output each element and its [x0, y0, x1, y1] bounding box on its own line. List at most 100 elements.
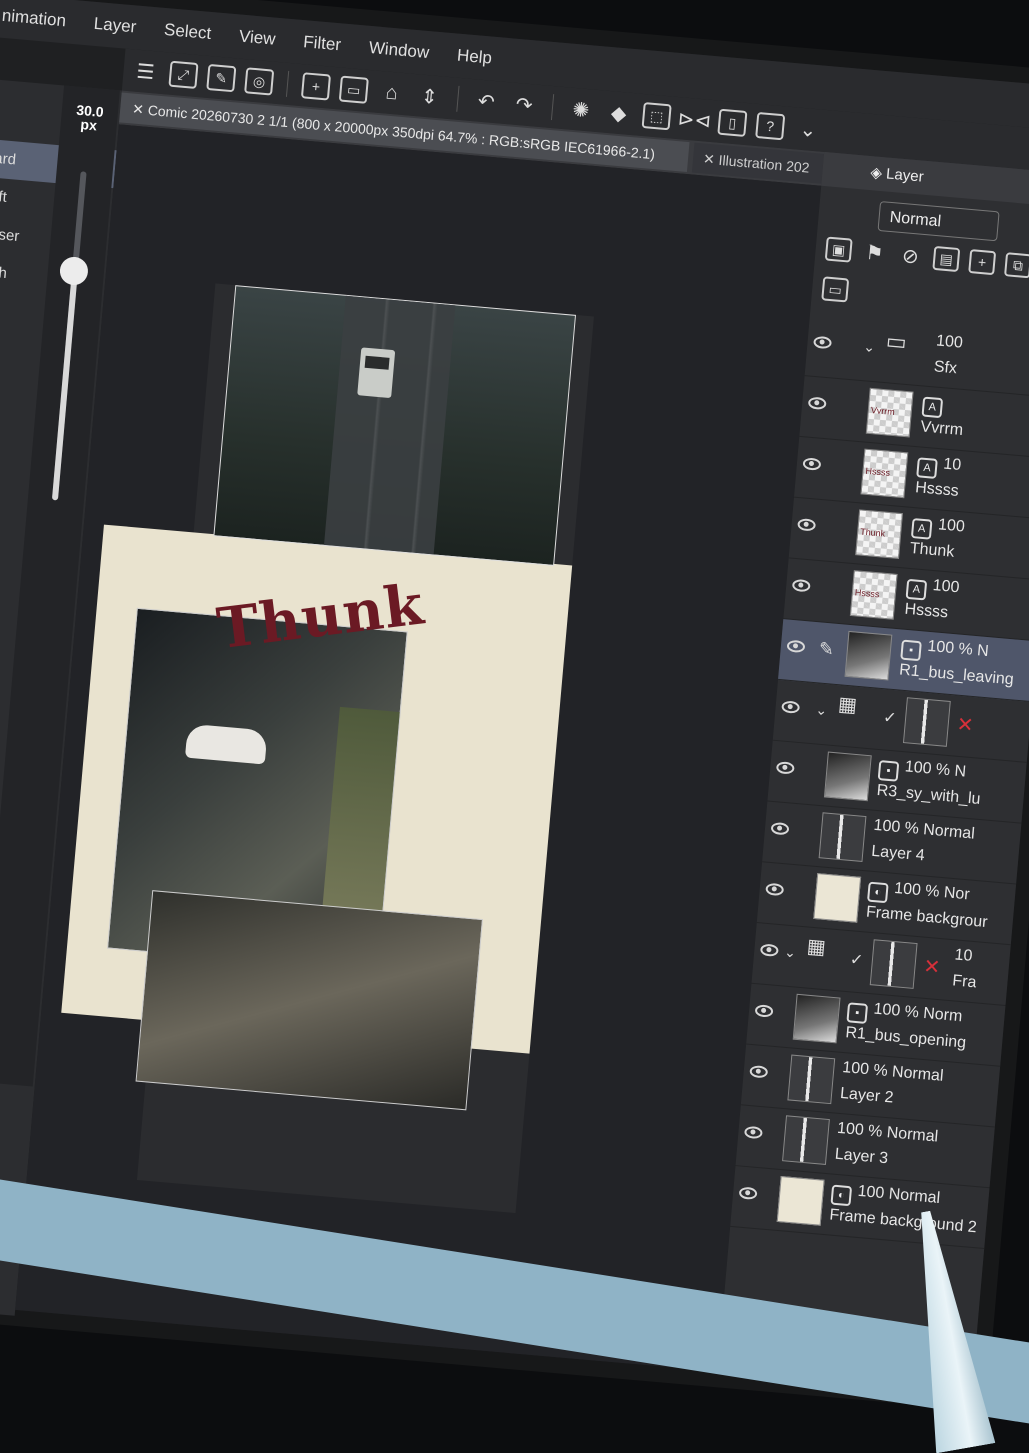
eye-icon[interactable]	[775, 761, 795, 775]
eye-icon[interactable]	[765, 882, 785, 897]
comic-page[interactable]: Thunk	[61, 283, 594, 1214]
eye-icon[interactable]	[749, 1064, 769, 1079]
layer-name: Layer 2	[839, 1084, 895, 1107]
chevron-down-icon[interactable]: ⌄	[815, 701, 828, 719]
separator	[456, 85, 460, 112]
mask-delete-icon: ✕	[955, 713, 975, 738]
menu-view[interactable]: View	[224, 25, 290, 51]
lock-transparency-icon[interactable]: ⊘	[896, 243, 924, 269]
eye-icon[interactable]	[754, 1004, 774, 1018]
ruler-layer-icon[interactable]: ▤	[932, 245, 961, 273]
panel-bus-leaving-image[interactable]	[213, 285, 577, 566]
layer-name: R3_sy_with_lu	[875, 781, 982, 808]
layer-name: R1_bus_opening	[844, 1024, 967, 1052]
layer-opacity: 100 % Norm	[872, 1000, 963, 1026]
close-icon[interactable]: ✕	[702, 150, 719, 167]
fill-icon[interactable]: ◆	[604, 99, 634, 127]
layer-thumbnail	[823, 751, 872, 802]
chevron-down-icon[interactable]: ⌄	[793, 115, 823, 143]
sneaker-image-area	[184, 723, 268, 765]
separator	[285, 70, 290, 97]
text-layer-icon: A	[910, 518, 933, 540]
layer-thumbnail	[792, 993, 841, 1044]
new-vector-layer-icon[interactable]: ⧉	[1004, 252, 1029, 279]
menu-window[interactable]: Window	[354, 37, 444, 65]
canvas-area[interactable]: Thunk	[15, 124, 822, 1372]
layer-thumbnail	[782, 1115, 830, 1165]
menu-animation[interactable]: nimation	[0, 5, 81, 33]
layer-thumbnail: Hssss	[849, 570, 898, 620]
checkmark-icon: ✓	[849, 951, 864, 970]
eye-icon[interactable]	[743, 1125, 763, 1140]
layers-icon: ◈	[869, 164, 887, 183]
brush-size-slider[interactable]	[51, 171, 87, 501]
chevron-down-icon[interactable]: ⌄	[784, 944, 797, 962]
menu-filter[interactable]: Filter	[289, 31, 356, 57]
layer-name: R1_bus_leaving	[898, 661, 1015, 689]
layer-opacity: 100 % Normal	[841, 1059, 945, 1085]
layer-opacity: 100 % N	[926, 637, 990, 661]
layer-name: Fra	[951, 972, 978, 992]
chevron-down-icon[interactable]: ⌄	[863, 338, 876, 356]
transform-icon[interactable]: ⤢	[168, 60, 199, 89]
checkmark-icon: ✓	[882, 709, 898, 728]
layer-name: Layer 3	[834, 1145, 889, 1168]
open-folder-icon[interactable]: ▭	[338, 75, 369, 104]
layer-opacity: 100 % Normal	[872, 816, 976, 843]
layer-opacity: 100 % Normal	[836, 1119, 939, 1146]
text-layer-icon: A	[921, 396, 944, 419]
eyedropper-icon[interactable]: ✎	[206, 63, 237, 93]
tab-illustration-label: Illustration 202	[718, 151, 811, 176]
clip-layer-icon[interactable]: ▣	[824, 236, 853, 263]
brush-size-fill	[51, 280, 78, 501]
crop-select-icon[interactable]: ⬚	[641, 102, 672, 131]
eye-icon[interactable]	[807, 396, 827, 411]
menu-select[interactable]: Select	[149, 19, 226, 45]
save-cloud-icon[interactable]: ⌂	[377, 79, 407, 107]
panel-bus-opening-image[interactable]	[135, 890, 484, 1111]
new-folder-icon[interactable]: ▭	[821, 276, 850, 303]
layer-name: Hssss	[914, 479, 960, 500]
thumb-text: Vvrrm	[870, 405, 896, 418]
brush-size-knob[interactable]	[58, 255, 90, 287]
device-icon[interactable]: ▯	[717, 108, 748, 137]
redo-icon[interactable]: ↷	[509, 90, 539, 118]
folder-icon: ▭	[884, 328, 908, 355]
undo-icon[interactable]: ↶	[471, 87, 501, 115]
new-file-icon[interactable]: +	[300, 72, 332, 101]
companion-icon[interactable]: ◎	[244, 67, 275, 96]
loading-spinner-icon[interactable]: ✺	[566, 95, 596, 123]
frame-folder-icon: ▦	[805, 935, 827, 960]
close-icon[interactable]: ✕	[132, 101, 149, 118]
reference-layer-icon[interactable]: ⚑	[861, 240, 889, 266]
help-bubble-icon[interactable]: ?	[755, 111, 786, 141]
hamburger-menu-icon[interactable]: ☰	[131, 57, 161, 85]
eye-icon[interactable]	[791, 578, 811, 593]
eye-icon[interactable]	[759, 943, 779, 957]
brush-size-readout: 30.0 px	[68, 102, 110, 134]
layer-thumbnail	[776, 1176, 825, 1226]
brush-size-unit: px	[79, 116, 98, 134]
layer-toolbar: ▣ ⚑ ⊘ ▤ + ⧉ ▭	[821, 236, 1029, 327]
eye-icon[interactable]	[738, 1186, 758, 1201]
updown-chevron-icon[interactable]: ⇕	[414, 82, 444, 110]
thumb-text: Hssss	[865, 465, 891, 478]
layer-thumbnail	[844, 630, 893, 681]
flip-horizontal-icon[interactable]: ⊳⊲	[677, 105, 712, 133]
eye-icon[interactable]	[786, 639, 806, 654]
layer-thumbnail: Hssss	[860, 448, 909, 499]
fill-layer-icon: ◐	[830, 1184, 853, 1207]
layer-opacity: 100	[932, 577, 961, 597]
eye-icon[interactable]	[781, 700, 801, 714]
blend-mode-select[interactable]: Normal	[877, 200, 1000, 242]
layer-thumbnail	[902, 697, 951, 747]
eye-icon[interactable]	[797, 518, 817, 532]
eye-icon[interactable]	[813, 335, 833, 350]
layer-opacity: 100 % Nor	[893, 879, 971, 904]
eye-icon[interactable]	[770, 821, 790, 836]
menu-help[interactable]: Help	[442, 44, 506, 69]
menu-layer[interactable]: Layer	[79, 13, 151, 39]
layer-opacity: 100 % N	[904, 758, 967, 781]
eye-icon[interactable]	[802, 457, 822, 471]
new-layer-icon[interactable]: +	[968, 249, 997, 276]
